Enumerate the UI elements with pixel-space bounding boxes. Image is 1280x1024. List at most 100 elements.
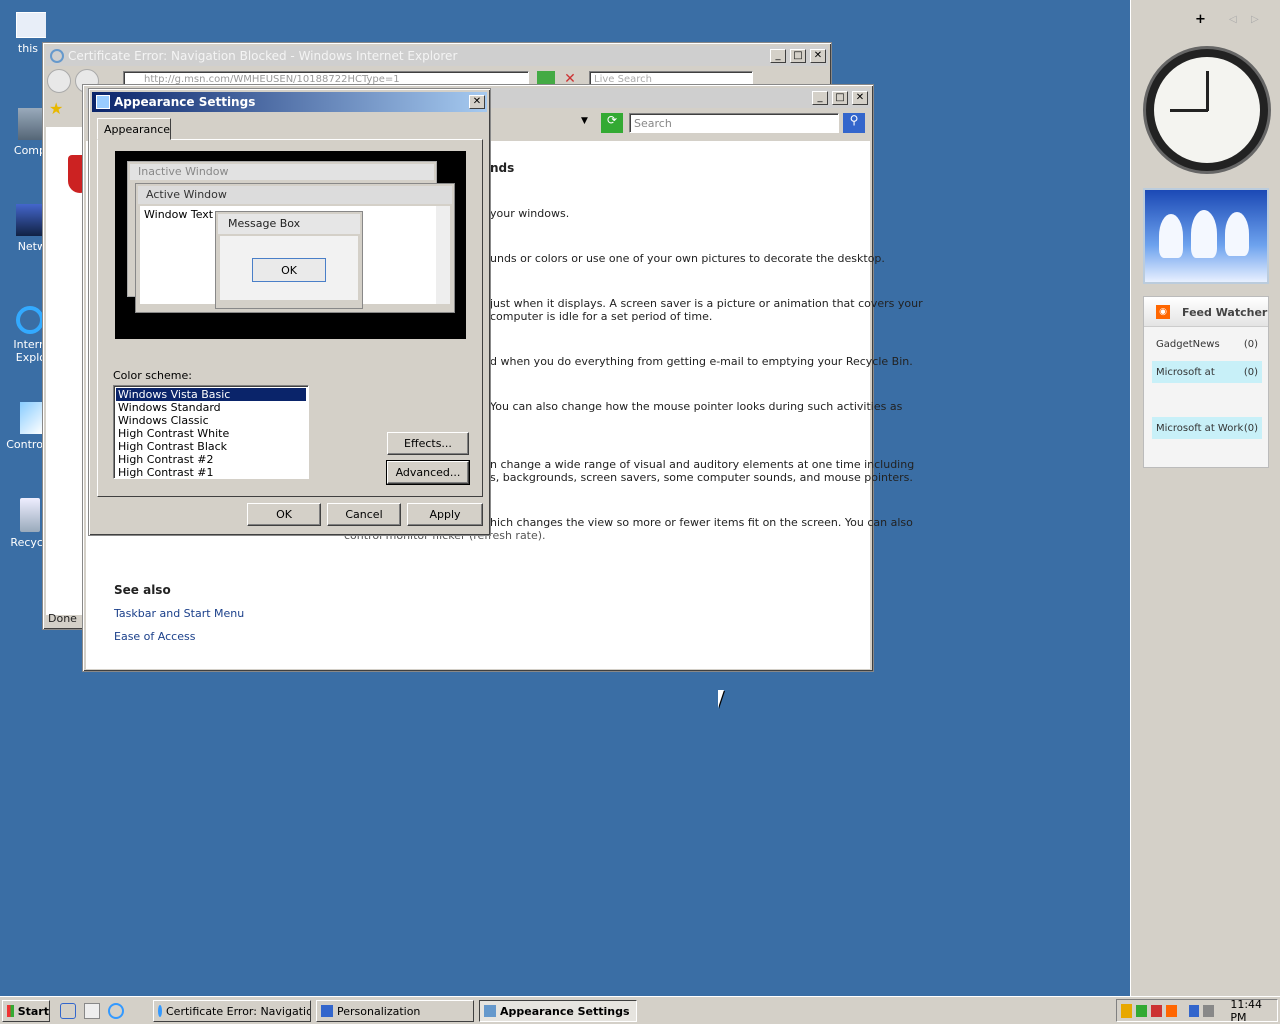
close-button[interactable]: ✕ [852, 91, 868, 105]
maximize-button[interactable]: □ [790, 49, 806, 63]
rss-icon[interactable] [1165, 1004, 1177, 1017]
desktop-icon-recycle-bin[interactable]: Recycl [0, 498, 46, 562]
feed-watcher-gadget[interactable]: ◉ Feed Watcher GadgetNews (0) Microsoft … [1143, 296, 1269, 468]
start-label: Start [17, 1004, 49, 1018]
clock-text[interactable]: 11:44 PM [1230, 998, 1277, 1024]
desktop-icon-control-panel[interactable]: Control [0, 402, 46, 464]
clock-face [1154, 57, 1260, 163]
mouse-cursor-icon [718, 690, 732, 708]
feed-item-count: (0) [1243, 422, 1258, 434]
control-panel-icon [20, 402, 42, 434]
advanced-button[interactable]: Advanced... [386, 460, 470, 485]
list-item[interactable]: High Contrast #2 [116, 453, 306, 466]
volume-icon[interactable] [1203, 1004, 1215, 1017]
quick-launch-browser-icon[interactable] [108, 1003, 124, 1019]
tab-appearance[interactable]: Appearance [97, 118, 171, 140]
feed-item[interactable]: GadgetNews (0) [1152, 333, 1262, 355]
paragraph-theme-2: s, backgrounds, screen savers, some comp… [490, 471, 913, 484]
link-ease-of-access[interactable]: Ease of Access [114, 630, 195, 643]
desktop-icon-label: Recycl [10, 536, 46, 549]
apply-button[interactable]: Apply [407, 503, 483, 526]
chevron-down-icon[interactable]: ▼ [581, 116, 595, 128]
ie-title-bar[interactable]: Certificate Error: Navigation Blocked - … [46, 46, 828, 66]
search-input[interactable]: Search [629, 113, 839, 133]
appearance-settings-dialog[interactable]: Appearance Settings ✕ Appearance Inactiv… [88, 88, 491, 536]
paragraph-display-settings: hich changes the view so more or fewer i… [490, 516, 913, 529]
snow-tree-image [1225, 212, 1249, 256]
preview-scrollbar [436, 206, 450, 304]
task-personalization[interactable]: Personalization [316, 1000, 474, 1022]
start-button[interactable]: Start [2, 1000, 50, 1022]
effects-button[interactable]: Effects... [387, 432, 469, 455]
system-tray: 11:44 PM [1116, 998, 1278, 1024]
ie-icon [16, 306, 44, 334]
preview-active-title: Active Window [138, 186, 452, 204]
maximize-button[interactable]: □ [832, 91, 848, 105]
chevron-right-icon[interactable]: ▷ [1251, 14, 1259, 25]
section-heading: nds [490, 161, 515, 175]
preview-window-text: Window Text [144, 208, 214, 221]
list-item[interactable]: High Contrast Black [116, 440, 306, 453]
quick-launch-ie-icon[interactable] [60, 1003, 76, 1019]
task-label: Certificate Error: Navigatio... [166, 1004, 311, 1018]
list-item-selected[interactable]: Windows Vista Basic [116, 388, 306, 401]
color-scheme-list[interactable]: Windows Vista Basic Windows Standard Win… [113, 385, 309, 479]
refresh-icon[interactable]: ⟳ [601, 113, 623, 133]
clock-gadget[interactable] [1143, 46, 1271, 174]
add-gadget-button[interactable]: + [1195, 12, 1206, 27]
desktop-icon-computer[interactable]: Comp [0, 108, 46, 168]
feed-item[interactable]: Microsoft at (0) [1152, 361, 1262, 383]
desktop-icon-label: this [17, 42, 38, 55]
preview-msgbox-title: Message Box [218, 214, 360, 234]
paragraph-mouse-pointers: You can also change how the mouse pointe… [490, 400, 903, 413]
desktop-icon-this[interactable]: this [0, 12, 46, 70]
computer-icon [18, 108, 44, 140]
desktop-icon-network[interactable]: Netw [0, 204, 46, 264]
security-icon[interactable] [1150, 1004, 1162, 1017]
link-taskbar-start-menu[interactable]: Taskbar and Start Menu [114, 607, 244, 620]
cancel-button[interactable]: Cancel [327, 503, 401, 526]
quick-launch-desktop-icon[interactable] [84, 1003, 100, 1019]
minimize-button[interactable]: _ [812, 91, 828, 105]
list-item[interactable]: Windows Classic [116, 414, 306, 427]
network-status-icon[interactable] [1188, 1004, 1200, 1017]
network-icon[interactable] [1135, 1004, 1147, 1017]
paragraph-screen-saver-2: computer is idle for a set period of tim… [490, 310, 713, 323]
appearance-icon [96, 95, 110, 109]
feed-item-name: Microsoft at Work [1156, 422, 1244, 434]
close-button[interactable]: ✕ [810, 49, 826, 63]
scheme-preview: Inactive Window Active Window Window Tex… [115, 151, 466, 339]
feed-item-name: Microsoft at [1156, 366, 1215, 378]
task-appearance-settings[interactable]: Appearance Settings [479, 1000, 637, 1022]
slideshow-gadget[interactable] [1143, 188, 1269, 284]
search-icon[interactable]: ⚲ [843, 113, 865, 133]
snow-tree-image [1191, 210, 1217, 258]
preview-msgbox-ok: OK [252, 258, 326, 282]
shield-icon[interactable] [1121, 1003, 1132, 1018]
paragraph-desktop-background: unds or colors or use one of your own pi… [490, 252, 885, 265]
list-item[interactable]: Windows Standard [116, 401, 306, 414]
ie-icon [158, 1005, 162, 1017]
dialog-title-bar[interactable]: Appearance Settings ✕ [92, 92, 487, 112]
ie-icon [50, 49, 64, 63]
close-button[interactable]: ✕ [469, 95, 485, 109]
status-text: Done [48, 612, 77, 625]
favorites-star-icon[interactable]: ★ [49, 101, 65, 117]
paragraph-theme: n change a wide range of visual and audi… [490, 458, 915, 471]
back-button[interactable] [47, 69, 71, 93]
windows-sidebar: + ◁ ▷ ◉ Feed Watcher GadgetNews (0) Micr… [1130, 0, 1280, 996]
task-label: Appearance Settings [500, 1004, 630, 1018]
feed-item[interactable]: Microsoft at Work (0) [1152, 417, 1262, 439]
task-label: Personalization [337, 1004, 421, 1018]
chevron-left-icon[interactable]: ◁ [1229, 14, 1237, 25]
feed-item-count: (0) [1243, 338, 1258, 350]
minimize-button[interactable]: _ [770, 49, 786, 63]
list-item[interactable]: High Contrast #1 [116, 466, 306, 478]
desktop-icon-ie[interactable]: Intern Explo [0, 306, 46, 378]
desktop-icon-label: Control [6, 438, 46, 451]
list-item[interactable]: High Contrast White [116, 427, 306, 440]
recycle-bin-icon [20, 498, 40, 532]
task-ie[interactable]: Certificate Error: Navigatio... [153, 1000, 311, 1022]
ok-button[interactable]: OK [247, 503, 321, 526]
feed-watcher-header: ◉ Feed Watcher [1144, 297, 1268, 327]
